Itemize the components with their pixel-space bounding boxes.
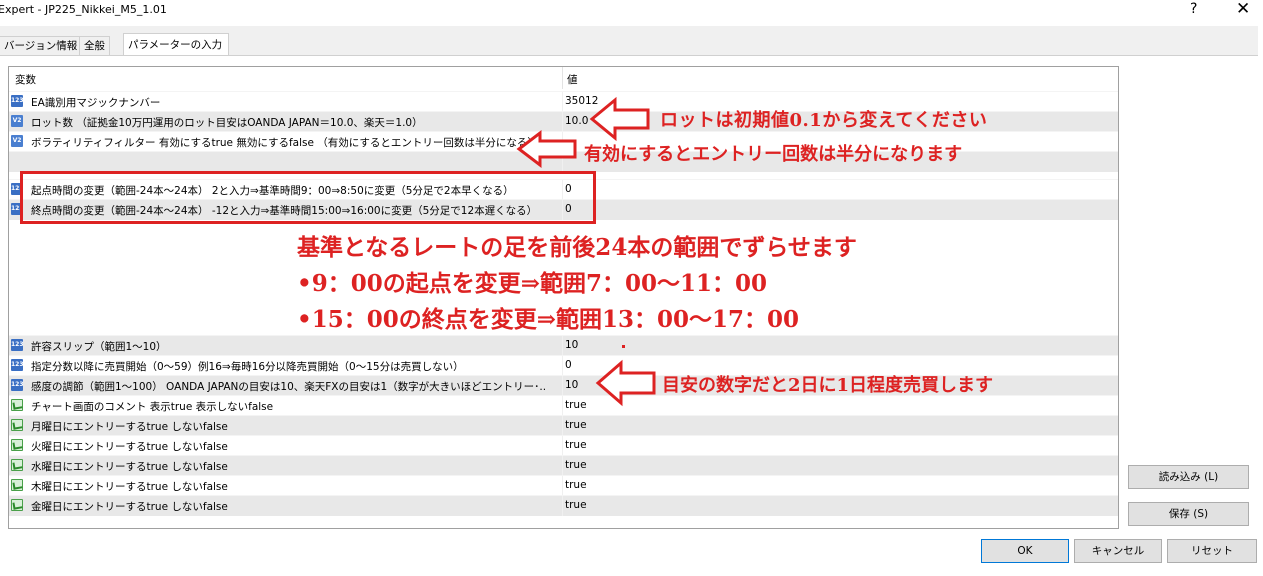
bool-type-icon xyxy=(11,499,23,511)
annotation-range-end: •15：00の終点を変更⇒範囲13：00～17：00 xyxy=(297,306,800,333)
parameter-name: 火曜日にエントリーするtrue しないfalse xyxy=(31,441,228,453)
tab-input-parameters[interactable]: パラメーターの入力 xyxy=(123,33,229,56)
column-divider[interactable] xyxy=(562,67,563,89)
load-button[interactable]: 読み込み (L) xyxy=(1128,465,1249,489)
bool-type-icon xyxy=(11,399,23,411)
parameter-row[interactable]: 水曜日にエントリーするtrue しないfalse true xyxy=(9,455,1118,476)
annotation-range-title: 基準となるレートの足を前後24本の範囲でずらせます xyxy=(297,234,857,261)
cancel-button[interactable]: キャンセル xyxy=(1074,539,1162,563)
window-title: Expert - JP225_Nikkei_M5_1.01 xyxy=(0,3,167,16)
save-button[interactable]: 保存 (S) xyxy=(1128,502,1249,526)
tab-version-info[interactable]: バージョン情報 xyxy=(0,36,83,55)
cell-divider xyxy=(562,436,563,456)
help-icon[interactable]: ? xyxy=(1190,1,1197,17)
parameter-row[interactable]: 火曜日にエントリーするtrue しないfalse true xyxy=(9,435,1118,456)
parameter-value[interactable]: 0 xyxy=(565,183,1113,197)
annotation-range-start: •9：00の起点を変更⇒範囲7：00～11：00 xyxy=(297,270,768,297)
bool-type-icon xyxy=(11,439,23,451)
parameter-name: ボラティリティフィルター 有効にするtrue 無効にするfalse （有効にする… xyxy=(31,137,538,149)
double-type-icon: V2 xyxy=(11,115,23,127)
integer-type-icon: 123 xyxy=(11,339,24,351)
cell-divider xyxy=(562,456,563,476)
annotation-volatility: 有効にするとエントリー回数は半分になります xyxy=(584,144,963,165)
cell-divider xyxy=(562,376,563,396)
red-dot xyxy=(622,345,625,348)
parameter-row[interactable]: 木曜日にエントリーするtrue しないfalse true xyxy=(9,475,1118,496)
parameter-row[interactable]: 月曜日にエントリーするtrue しないfalse true xyxy=(9,415,1118,436)
cell-divider xyxy=(562,396,563,416)
parameter-name: チャート画面のコメント 表示true 表示しないfalse xyxy=(31,401,274,413)
parameter-name: 水曜日にエントリーするtrue しないfalse xyxy=(31,461,228,473)
parameter-name: ロット数 （証拠金10万円運用のロット目安はOANDA JAPAN＝10.0、楽… xyxy=(31,117,423,129)
reset-button[interactable]: リセット xyxy=(1167,539,1257,563)
cell-divider xyxy=(562,336,563,356)
cell-divider xyxy=(562,92,563,112)
close-icon[interactable]: ✕ xyxy=(1236,0,1250,19)
parameter-name: EA識別用マジックナンバー xyxy=(31,97,161,109)
cell-divider xyxy=(562,496,563,516)
integer-type-icon: 123 xyxy=(11,95,24,107)
parameter-name: 月曜日にエントリーするtrue しないfalse xyxy=(31,421,228,433)
annotation-lot: ロットは初期値0.1から変えてください xyxy=(660,110,988,131)
ok-button[interactable]: OK xyxy=(981,539,1069,563)
parameter-value[interactable]: true xyxy=(565,499,1113,513)
title-bar: Expert - JP225_Nikkei_M5_1.01 ? ✕ xyxy=(0,0,1263,26)
arrow-left-icon xyxy=(589,96,650,142)
parameter-row[interactable]: 金曜日にエントリーするtrue しないfalse true xyxy=(9,495,1118,516)
cell-divider xyxy=(562,476,563,496)
parameter-value[interactable]: true xyxy=(565,439,1113,453)
parameter-value[interactable]: true xyxy=(565,419,1113,433)
tab-general[interactable]: 全般 xyxy=(79,36,110,55)
parameter-name: 感度の調節（範囲1～100） OANDA JAPANの目安は10、楽天FXの目安… xyxy=(31,381,547,393)
grid-header: 変数 値 xyxy=(9,67,1118,89)
cell-divider xyxy=(562,416,563,436)
parameter-name: 許容スリップ（範囲1～10） xyxy=(31,341,167,353)
bool-type-icon xyxy=(11,419,23,431)
column-header-value[interactable]: 値 xyxy=(567,72,578,87)
parameter-value[interactable]: 0 xyxy=(565,203,1113,217)
arrow-left-icon xyxy=(595,359,656,407)
annotation-sensitivity: 目安の数字だと2日に1日程度売買します xyxy=(662,375,994,396)
integer-type-icon: 123 xyxy=(11,359,24,371)
highlight-time-shift-rows xyxy=(20,171,596,224)
parameter-name: 金曜日にエントリーするtrue しないfalse xyxy=(31,501,228,513)
parameter-value[interactable]: true xyxy=(565,479,1113,493)
parameter-row[interactable]: チャート画面のコメント 表示true 表示しないfalse true xyxy=(9,395,1118,416)
parameter-value[interactable]: true xyxy=(565,459,1113,473)
column-header-variable[interactable]: 変数 xyxy=(15,72,36,87)
double-type-icon: V2 xyxy=(11,135,23,147)
cell-divider xyxy=(562,356,563,376)
arrow-left-icon xyxy=(516,129,577,169)
bool-type-icon xyxy=(11,459,23,471)
parameter-value[interactable]: 10 xyxy=(565,339,1113,353)
parameter-name: 指定分数以降に売買開始（0～59）例16⇒毎時16分以降売買開始（0～15分は売… xyxy=(31,361,464,373)
bool-type-icon xyxy=(11,479,23,491)
parameter-name: 木曜日にエントリーするtrue しないfalse xyxy=(31,481,228,493)
parameter-row[interactable]: 123 許容スリップ（範囲1～10） 10 xyxy=(9,335,1118,356)
integer-type-icon: 123 xyxy=(11,379,24,391)
